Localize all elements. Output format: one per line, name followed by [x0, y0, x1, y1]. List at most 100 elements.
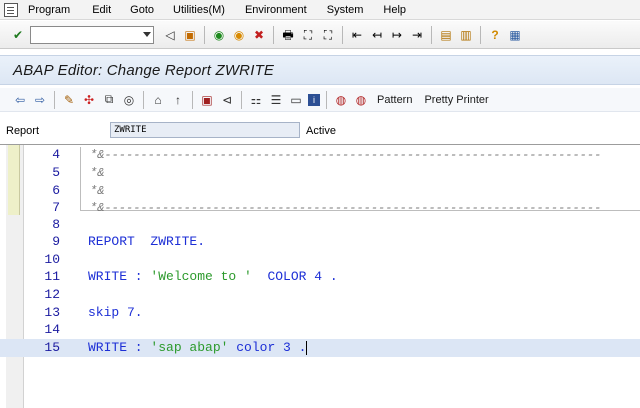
- title-bar: ABAP Editor: Change Report ZWRITE: [0, 55, 640, 85]
- status-badge: Active: [306, 125, 336, 137]
- code-line[interactable]: 6 *&: [0, 182, 640, 200]
- toolbar-separator: [273, 25, 274, 44]
- layout-icon[interactable]: ▦: [507, 27, 523, 43]
- line-number: 10: [44, 252, 60, 267]
- where-used-icon[interactable]: ⌂: [150, 92, 166, 108]
- line-number: 4: [52, 147, 60, 162]
- line-text: skip 7.: [88, 305, 143, 320]
- external-breakpoint-icon[interactable]: ◍: [353, 92, 369, 108]
- standard-toolbar: ✔ ◁ ▣ ◉ ◉ ✖ 🖶 ⛶ ⛶ ⇤ ↤ ↦ ⇥ ▤ ▥ ? ▦: [0, 21, 640, 49]
- application-toolbar: ⇦ ⇨ ✎ ✣ ⧉ ◎ ⌂ ↑ ▣ ⊲ ⚏ ☰ ▭ i ◍ ◍ Pattern …: [0, 88, 640, 112]
- line-number: 14: [44, 322, 60, 337]
- menu-system[interactable]: System: [327, 4, 364, 16]
- cancel-icon[interactable]: ✖: [251, 27, 267, 43]
- keyword-token: WRITE :: [88, 340, 151, 355]
- rest-token: COLOR 4 .: [251, 269, 338, 284]
- save-icon[interactable]: ▣: [182, 27, 198, 43]
- line-number: 7: [52, 200, 60, 215]
- code-line[interactable]: 13 skip 7.: [0, 304, 640, 322]
- line-number: 9: [52, 234, 60, 249]
- code-line[interactable]: 9 REPORT ZWRITE.: [0, 233, 640, 251]
- menu-bar: Program Edit Goto Utilities(M) Environme…: [0, 0, 640, 20]
- forward-arrow-icon[interactable]: ⇨: [32, 92, 48, 108]
- shortcut-icon[interactable]: ▥: [458, 27, 474, 43]
- report-label: Report: [6, 125, 40, 137]
- print-icon[interactable]: 🖶: [280, 27, 296, 43]
- new-session-icon[interactable]: ▤: [438, 27, 454, 43]
- code-line[interactable]: 10: [0, 251, 640, 269]
- set-breakpoint-icon[interactable]: ◍: [333, 92, 349, 108]
- text-cursor: [306, 340, 308, 355]
- screen-icon[interactable]: ▭: [288, 92, 304, 108]
- code-line[interactable]: 7 *&------------------------------------…: [0, 199, 640, 217]
- next-page-icon[interactable]: ↦: [389, 27, 405, 43]
- check-icon[interactable]: ✣: [81, 92, 97, 108]
- menu-help[interactable]: Help: [383, 4, 406, 16]
- code-editor[interactable]: 4 *&------------------------------------…: [0, 144, 640, 408]
- code-line[interactable]: 12: [0, 286, 640, 304]
- report-name-field[interactable]: ZWRITE: [110, 122, 300, 138]
- command-field[interactable]: [30, 25, 154, 44]
- help-icon[interactable]: ?: [487, 27, 503, 43]
- chevron-down-icon[interactable]: [143, 31, 151, 37]
- keyword-token: WRITE :: [88, 269, 151, 284]
- line-number: 13: [44, 305, 60, 320]
- line-number: 8: [52, 217, 60, 232]
- line-number: 12: [44, 287, 60, 302]
- toolbar-separator: [204, 25, 205, 44]
- toolbar-separator: [143, 90, 144, 109]
- line-text: *&: [90, 166, 105, 180]
- toolbar-separator: [241, 90, 242, 109]
- toolbar-separator: [480, 25, 481, 44]
- code-line[interactable]: 8: [0, 216, 640, 234]
- hierarchy-icon[interactable]: ⚏: [248, 92, 264, 108]
- info-icon[interactable]: i: [308, 93, 320, 106]
- object-list-icon[interactable]: ↑: [170, 92, 186, 108]
- menu-program[interactable]: Program: [28, 4, 70, 16]
- menu-edit[interactable]: Edit: [92, 4, 111, 16]
- code-line[interactable]: 14: [0, 321, 640, 339]
- find-icon[interactable]: ⛶: [300, 27, 316, 43]
- line-number: 11: [44, 269, 60, 284]
- menu-environment[interactable]: Environment: [245, 4, 307, 16]
- menu-painter-icon[interactable]: ☰: [268, 92, 284, 108]
- report-row: Report ZWRITE Active: [0, 118, 640, 142]
- code-line[interactable]: 4 *&------------------------------------…: [0, 146, 640, 164]
- line-text: *&--------------------------------------…: [90, 148, 602, 162]
- back-icon[interactable]: ◁: [162, 27, 178, 43]
- system-menu-icon[interactable]: [4, 2, 18, 17]
- display-object-icon[interactable]: ▣: [199, 92, 215, 108]
- test-icon[interactable]: ⧉: [101, 92, 117, 108]
- back-arrow-icon[interactable]: ⇦: [12, 92, 28, 108]
- prev-page-icon[interactable]: ↤: [369, 27, 385, 43]
- line-number: 5: [52, 165, 60, 180]
- display-change-icon[interactable]: ✎: [61, 92, 77, 108]
- code-line-current[interactable]: 15 WRITE : 'sap abap' color 3 .: [0, 339, 640, 357]
- pretty-printer-button[interactable]: Pretty Printer: [424, 94, 488, 106]
- toolbar-separator: [431, 25, 432, 44]
- enter-icon[interactable]: ✔: [10, 27, 26, 43]
- first-page-icon[interactable]: ⇤: [349, 27, 365, 43]
- line-text: *&--------------------------------------…: [90, 201, 602, 215]
- last-page-icon[interactable]: ⇥: [409, 27, 425, 43]
- find-next-icon[interactable]: ⛶: [320, 27, 336, 43]
- line-text: WRITE : 'Welcome to ' COLOR 4 .: [88, 268, 338, 286]
- code-line[interactable]: 11 WRITE : 'Welcome to ' COLOR 4 .: [0, 268, 640, 286]
- activate-icon[interactable]: ◎: [121, 92, 137, 108]
- exit-icon[interactable]: ◉: [231, 27, 247, 43]
- navigation-icon[interactable]: ⊲: [219, 92, 235, 108]
- toolbar-separator: [326, 90, 327, 109]
- menu-goto[interactable]: Goto: [130, 4, 154, 16]
- back-green-icon[interactable]: ◉: [211, 27, 227, 43]
- menu-utilities[interactable]: Utilities(M): [173, 4, 225, 16]
- string-token: 'sap abap': [150, 340, 229, 355]
- line-number: 15: [44, 340, 60, 355]
- line-number: 6: [52, 183, 60, 198]
- line-text: REPORT ZWRITE.: [88, 234, 206, 249]
- rest-token: color 3 .: [228, 340, 307, 355]
- pattern-button[interactable]: Pattern: [377, 94, 412, 106]
- page-title: ABAP Editor: Change Report ZWRITE: [13, 62, 275, 79]
- code-line[interactable]: 5 *&: [0, 164, 640, 182]
- toolbar-separator: [342, 25, 343, 44]
- string-token: 'Welcome to ': [150, 269, 252, 284]
